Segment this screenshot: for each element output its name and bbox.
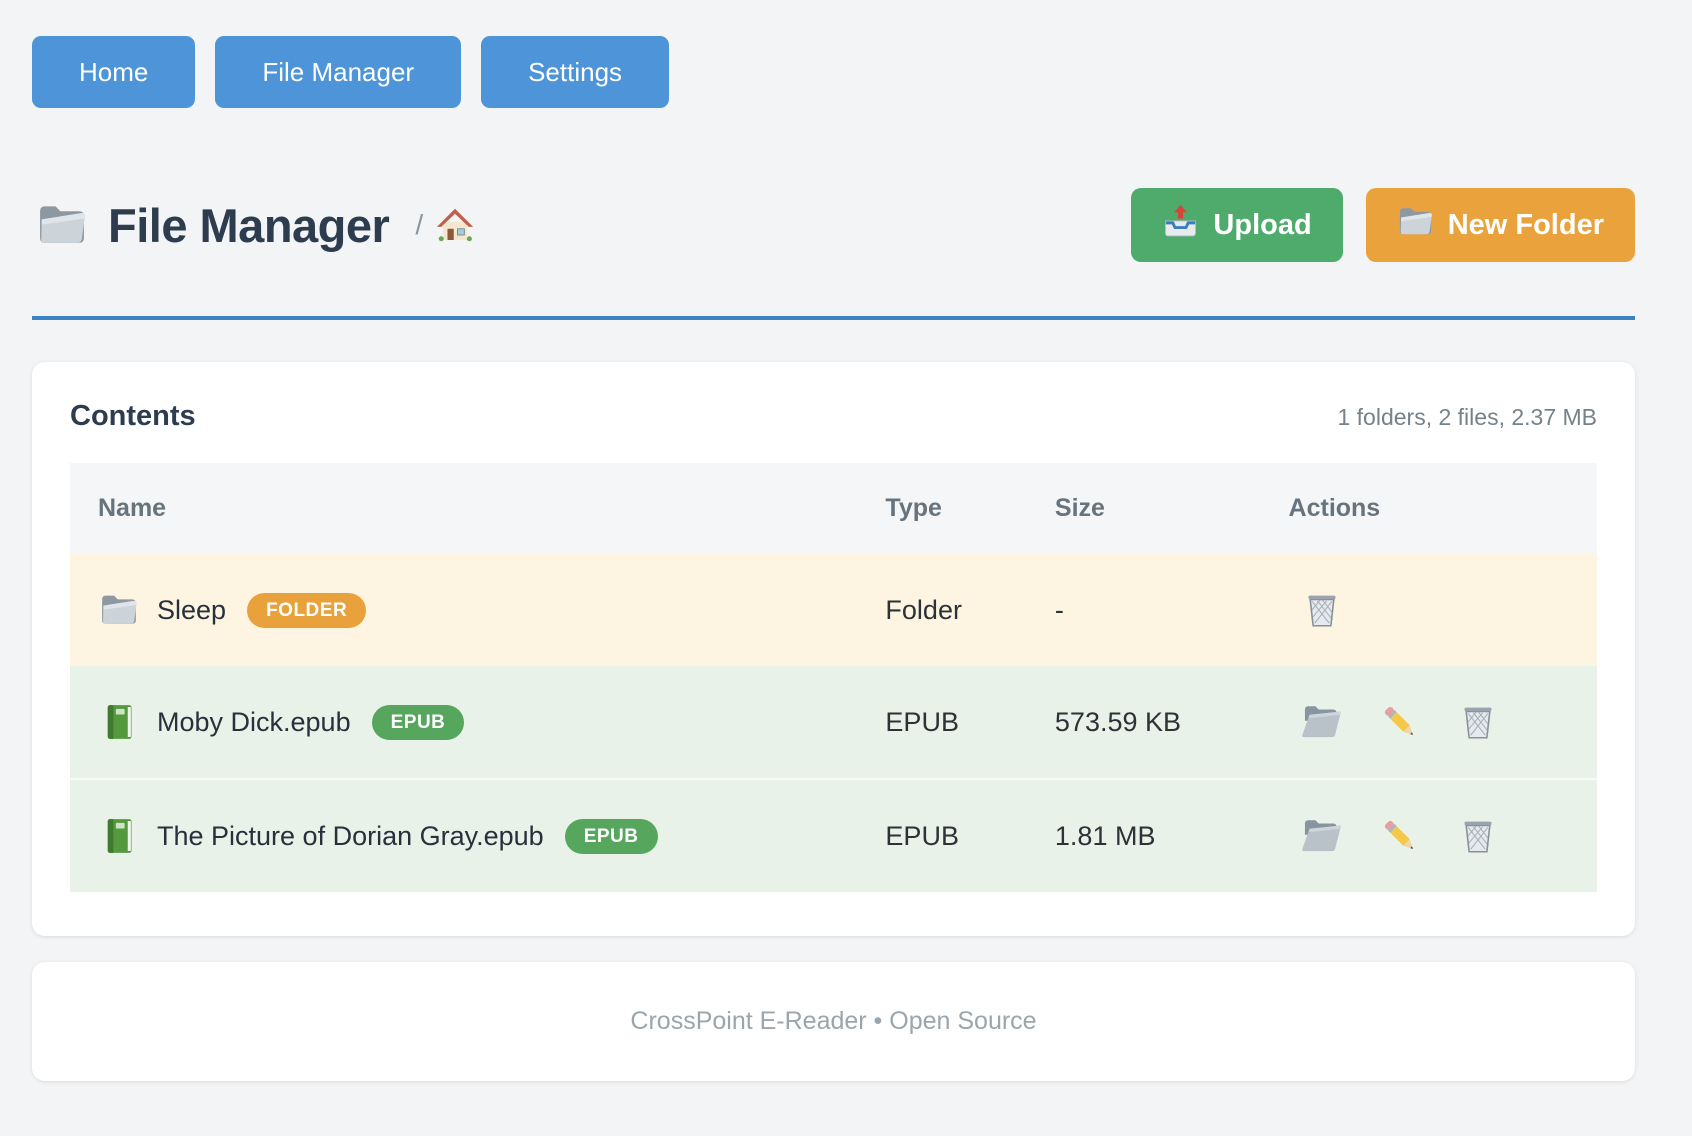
nav-settings-button[interactable]: Settings (481, 36, 669, 108)
pencil-icon (1379, 701, 1423, 743)
file-table: Name Type Size Actions Sleep FOLDER (70, 463, 1597, 892)
new-folder-button-label: New Folder (1448, 209, 1604, 242)
contents-card: Contents 1 folders, 2 files, 2.37 MB Nam… (32, 362, 1635, 936)
file-name: Sleep (157, 595, 226, 626)
green-book-icon (98, 816, 140, 856)
contents-title: Contents (70, 400, 196, 433)
column-header-size: Size (1055, 463, 1289, 554)
outbox-tray-icon (1162, 203, 1199, 248)
upload-button[interactable]: Upload (1131, 188, 1342, 262)
open-folder-icon (1301, 701, 1345, 743)
nav-file-manager-button[interactable]: File Manager (215, 36, 461, 108)
type-cell: EPUB (885, 666, 1054, 779)
type-badge: EPUB (565, 819, 658, 854)
size-cell: - (1055, 554, 1289, 666)
column-header-type: Type (885, 463, 1054, 554)
pencil-icon (1379, 815, 1423, 857)
footer-text: CrossPoint E-Reader • Open Source (630, 1007, 1036, 1035)
upload-button-label: Upload (1213, 209, 1311, 242)
type-cell: EPUB (885, 779, 1054, 892)
title-group: File Manager / (32, 198, 475, 253)
header-divider (32, 316, 1635, 320)
green-book-icon (98, 702, 140, 742)
table-row: Moby Dick.epub EPUB EPUB 573.59 KB (70, 666, 1597, 779)
table-header-row: Name Type Size Actions (70, 463, 1597, 554)
column-header-actions: Actions (1289, 463, 1597, 554)
file-name: The Picture of Dorian Gray.epub (157, 821, 544, 852)
rename-button[interactable] (1379, 700, 1423, 744)
folder-icon (98, 590, 140, 630)
size-cell: 1.81 MB (1055, 779, 1289, 892)
table-row: Sleep FOLDER Folder - (70, 554, 1597, 666)
move-file-button[interactable] (1301, 700, 1345, 744)
contents-card-header: Contents 1 folders, 2 files, 2.37 MB (70, 400, 1597, 433)
trash-icon (1301, 589, 1345, 631)
breadcrumb-home-link[interactable] (435, 205, 475, 245)
house-icon (435, 205, 475, 245)
header-actions: Upload New Folder (1131, 188, 1635, 262)
page: Home File Manager Settings File Manager … (0, 0, 1692, 1081)
page-header: File Manager / Upload New Folder (32, 188, 1635, 262)
type-badge: FOLDER (247, 593, 366, 628)
delete-button[interactable] (1457, 814, 1501, 858)
file-name: Moby Dick.epub (157, 707, 351, 738)
open-folder-icon (1301, 815, 1345, 857)
top-nav: Home File Manager Settings (32, 36, 1635, 108)
nav-home-button[interactable]: Home (32, 36, 195, 108)
type-cell: Folder (885, 554, 1054, 666)
page-title: File Manager (108, 198, 389, 253)
delete-button[interactable] (1457, 700, 1501, 744)
footer-card: CrossPoint E-Reader • Open Source (32, 962, 1635, 1081)
breadcrumb-separator: / (415, 209, 423, 241)
folder-icon (1397, 203, 1434, 248)
type-badge: EPUB (372, 705, 465, 740)
delete-button[interactable] (1301, 588, 1345, 632)
new-folder-button[interactable]: New Folder (1366, 188, 1635, 262)
rename-button[interactable] (1379, 814, 1423, 858)
size-cell: 573.59 KB (1055, 666, 1289, 779)
trash-icon (1457, 815, 1501, 857)
contents-summary: 1 folders, 2 files, 2.37 MB (1337, 404, 1597, 431)
folder-icon (32, 199, 92, 251)
table-row: The Picture of Dorian Gray.epub EPUB EPU… (70, 779, 1597, 892)
move-file-button[interactable] (1301, 814, 1345, 858)
trash-icon (1457, 701, 1501, 743)
column-header-name: Name (70, 463, 885, 554)
